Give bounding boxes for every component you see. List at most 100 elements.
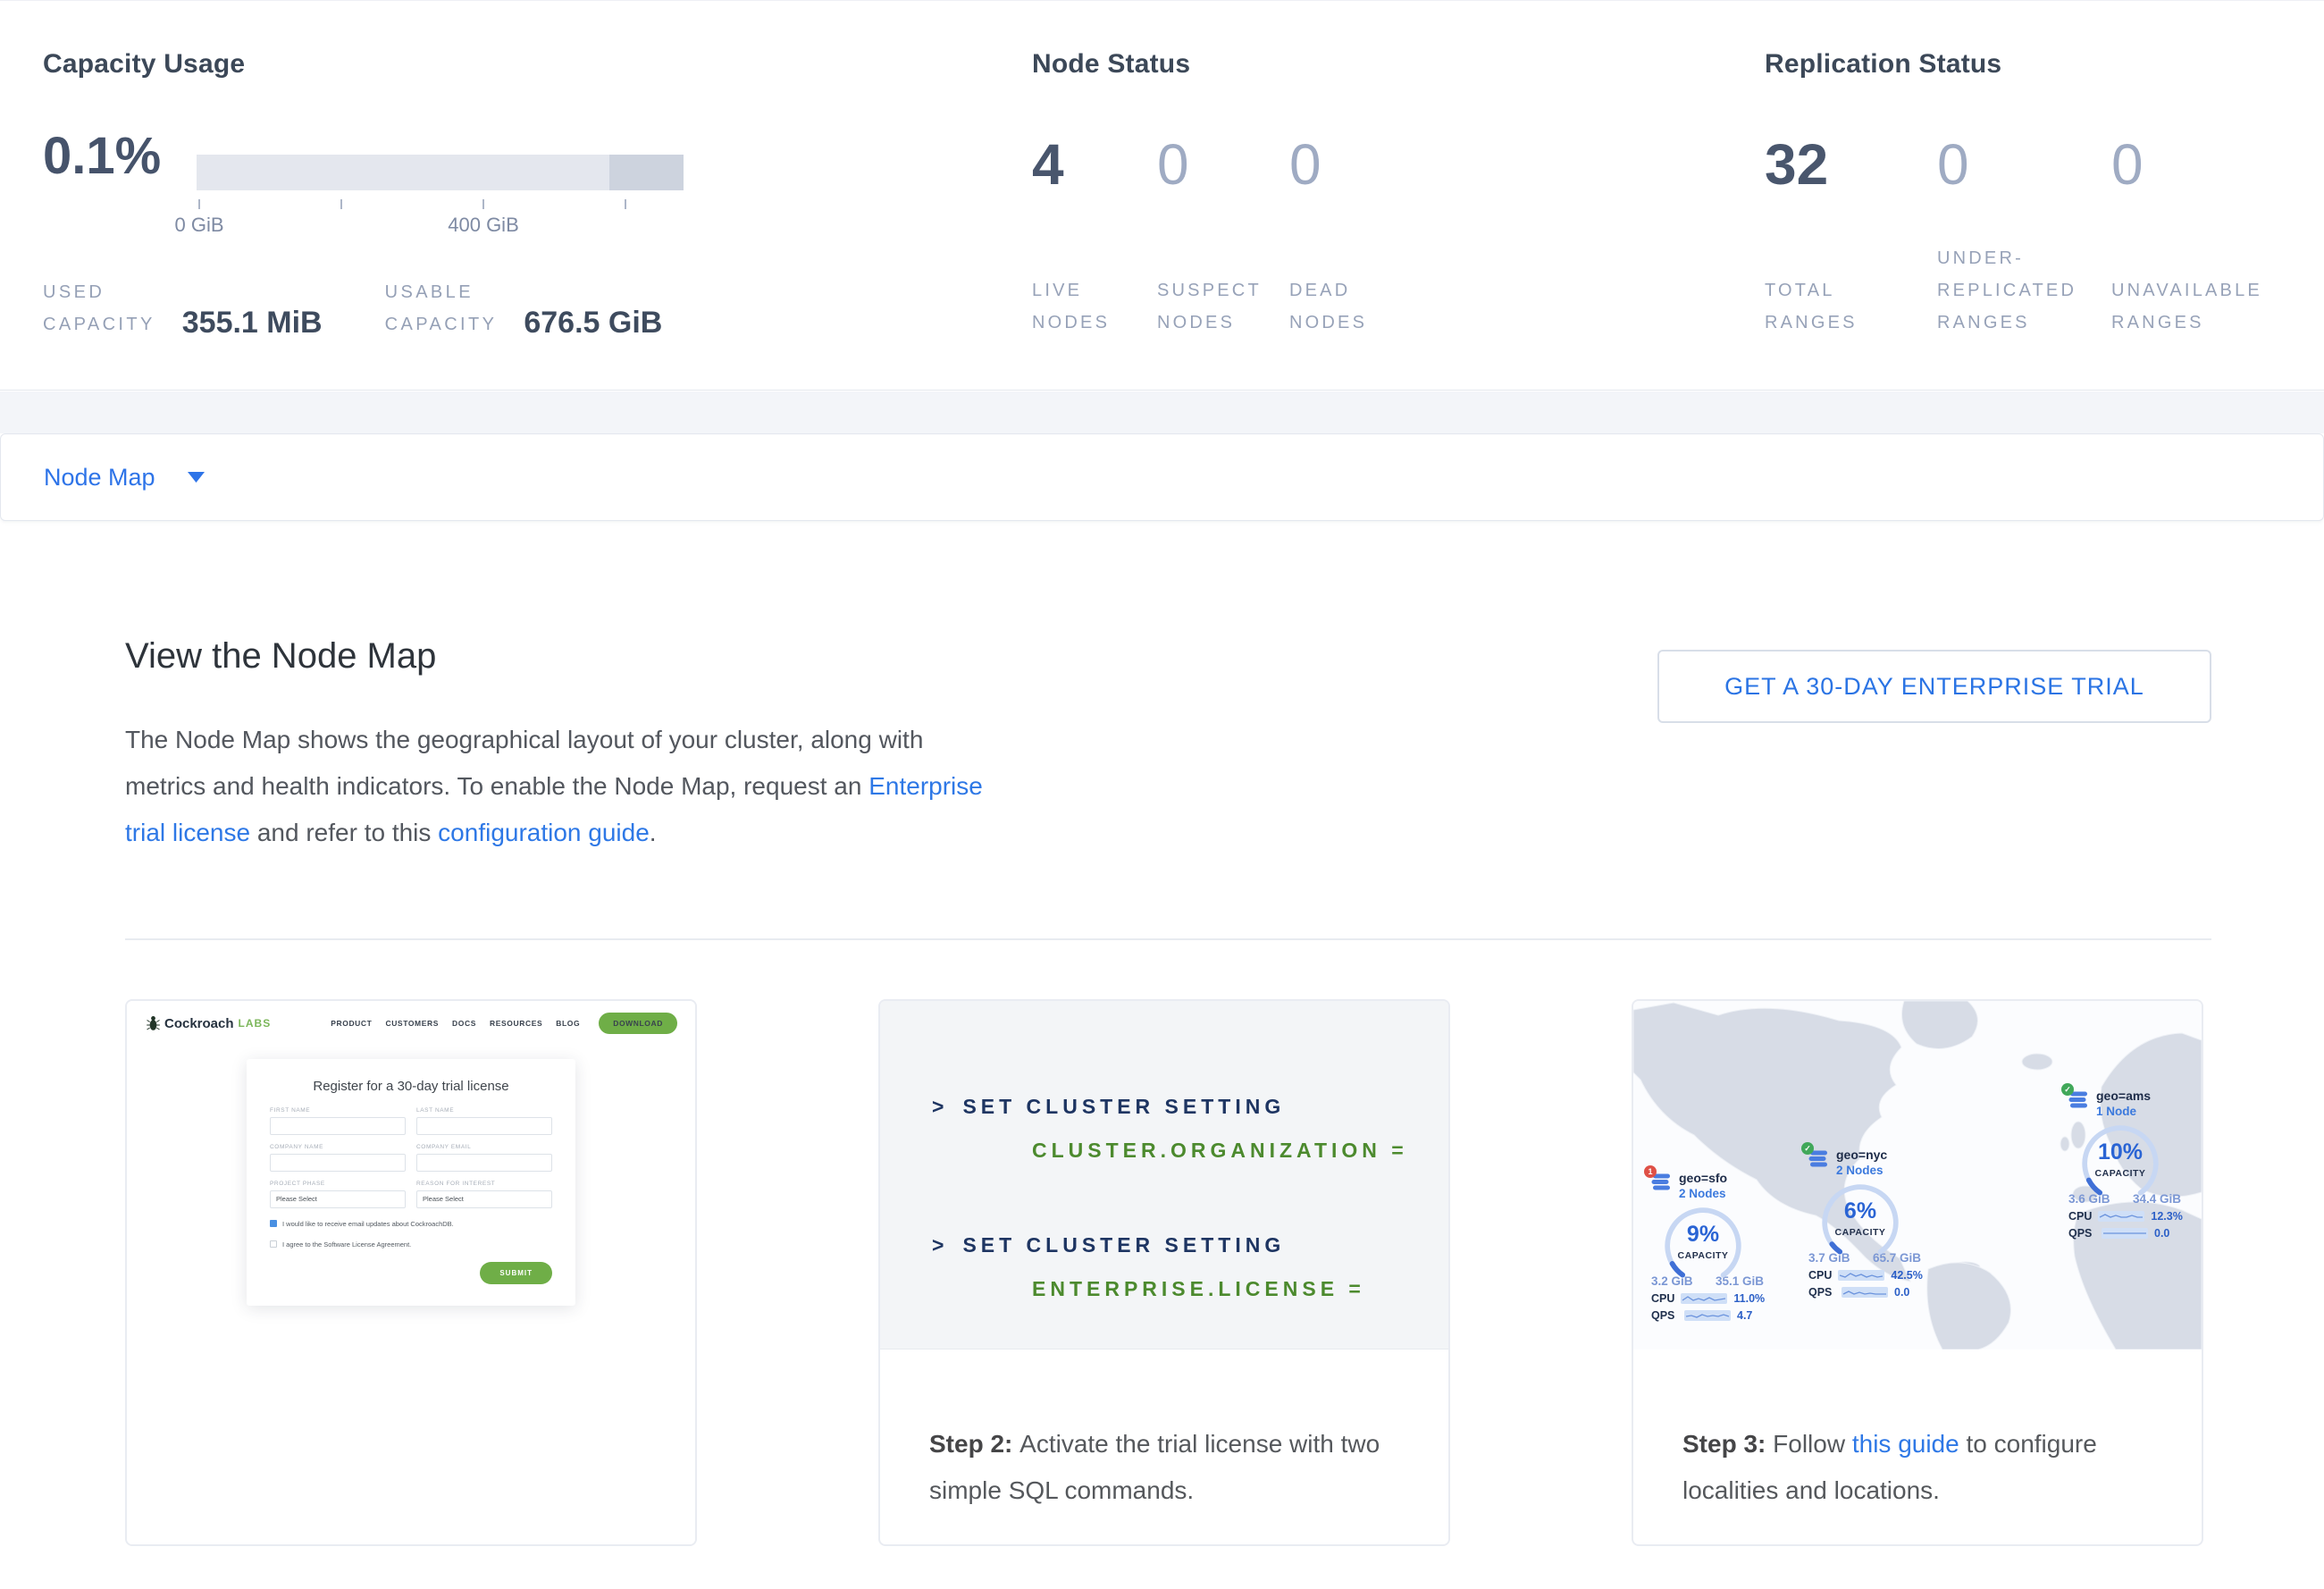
qps-sparkline-icon <box>1842 1287 1888 1298</box>
axis-tick <box>482 199 484 209</box>
node-status-title: Node Status <box>1032 49 1190 80</box>
locality-widget-ams: ✓ geo=ams 1 Node 10% <box>2068 1089 2181 1240</box>
cockroach-labs-logo: Cockroach LABS <box>147 1015 271 1031</box>
capacity-label: CAPACITY <box>2079 1168 2161 1179</box>
replication-status-columns: 32 TOTAL RANGES 0 UNDER- REPLICATED RANG… <box>1765 126 2262 339</box>
license-agreement-link: Software License Agreement. <box>323 1240 411 1248</box>
agree-checkbox-label: I agree to the <box>282 1240 323 1248</box>
field-label: REASON FOR INTEREST <box>416 1181 552 1187</box>
stat-label-line: LIVE <box>1032 274 1157 307</box>
field-label: LAST NAME <box>416 1107 552 1114</box>
axis-tick <box>340 199 342 209</box>
metric-label-line: CAPACITY <box>385 308 498 340</box>
nav-item: DOCS <box>452 1019 476 1028</box>
locality-node-count: 2 Nodes <box>1679 1186 1727 1201</box>
cpu-value: 11.0% <box>1733 1292 1765 1305</box>
usable-capacity-metric: USABLE CAPACITY 676.5 GiB <box>385 276 663 340</box>
suspect-nodes-stat: 0 SUSPECT NODES <box>1157 126 1289 339</box>
step-label: Step 2: <box>929 1430 1019 1458</box>
cpu-sparkline-icon <box>1838 1270 1884 1281</box>
under-replicated-ranges-stat: 0 UNDER- REPLICATED RANGES <box>1937 126 2111 339</box>
field-label: PROJECT PHASE <box>270 1181 406 1187</box>
stat-label-line: SUSPECT <box>1157 274 1289 307</box>
axis-tick-label: 400 GiB <box>448 214 519 237</box>
chevron-down-icon[interactable] <box>188 472 205 483</box>
get-enterprise-trial-button[interactable]: GET A 30-DAY ENTERPRISE TRIAL <box>1657 650 2211 723</box>
logo-text: Cockroach <box>164 1016 234 1031</box>
stat-label-line: NODES <box>1157 307 1289 339</box>
capacity-usage-bar: 0 GiB 400 GiB <box>197 155 684 190</box>
stat-label-line: TOTAL <box>1765 274 1937 307</box>
locality-name: geo=nyc <box>1836 1148 1887 1163</box>
field-label: COMPANY NAME <box>270 1144 406 1150</box>
sql-prompt: > <box>932 1233 948 1257</box>
replication-status-title: Replication Status <box>1765 49 2001 80</box>
step2-card: >SET CLUSTER SETTING CLUSTER.ORGANIZATIO… <box>878 999 1450 1546</box>
cpu-sparkline-icon <box>1681 1293 1727 1304</box>
configuration-guide-link[interactable]: configuration guide <box>438 819 650 846</box>
step1-caption: Step 1: Get a trial license delivered st… <box>127 1544 695 1546</box>
reason-select: Please Select <box>416 1190 552 1208</box>
locality-widget-sfo: 1 geo=sfo 2 Nodes 9% <box>1651 1171 1764 1322</box>
this-guide-link[interactable]: this guide <box>1852 1430 1959 1458</box>
cluster-summary-panel: Capacity Usage Node Status Replication S… <box>0 0 2324 391</box>
checkbox-empty-icon <box>270 1240 277 1248</box>
capacity-usage-title: Capacity Usage <box>43 49 245 80</box>
cpu-value: 12.3% <box>2151 1210 2182 1223</box>
nodemap-description: The Node Map shows the geographical layo… <box>125 717 987 856</box>
stat-label-line: RANGES <box>1765 307 1937 339</box>
locality-name: geo=ams <box>2096 1089 2151 1104</box>
trial-steps-cards: Cockroach LABS PRODUCT CUSTOMERS DOCS RE… <box>125 999 2203 1546</box>
sql-prompt: > <box>932 1095 948 1118</box>
cpu-label: CPU <box>1651 1292 1674 1305</box>
cpu-label: CPU <box>1808 1269 1832 1282</box>
caption-text: Follow <box>1773 1430 1852 1458</box>
project-phase-select: Please Select <box>270 1190 406 1208</box>
description-text: . <box>650 819 657 846</box>
metric-label-line: USABLE <box>385 276 498 308</box>
step3-card: 1 geo=sfo 2 Nodes 9% <box>1632 999 2203 1546</box>
metric-label-line: CAPACITY <box>43 308 155 340</box>
nav-item: PRODUCT <box>331 1019 372 1028</box>
capacity-gauge: 10% CAPACITY <box>2079 1122 2161 1205</box>
node-map-dropdown[interactable]: Node Map <box>44 464 155 492</box>
company-email-field <box>416 1154 552 1172</box>
qps-label: QPS <box>2068 1227 2095 1240</box>
submit-pill: SUBMIT <box>480 1262 552 1284</box>
mini-site-nav: PRODUCT CUSTOMERS DOCS RESOURCES BLOG DO… <box>331 1013 677 1034</box>
check-badge-icon: ✓ <box>2061 1083 2074 1096</box>
stat-label-line: UNAVAILABLE <box>2111 274 2262 307</box>
stat-label-line: REPLICATED <box>1937 274 2111 307</box>
description-text: and refer to this <box>250 819 438 846</box>
first-name-field <box>270 1117 406 1135</box>
alert-badge-icon: 1 <box>1644 1165 1657 1178</box>
sql-setting-name: ENTERPRISE.LICENSE = <box>1032 1275 1448 1302</box>
capacity-percent: 10% <box>2079 1139 2161 1165</box>
locality-node-count: 1 Node <box>2096 1104 2151 1119</box>
check-badge-icon: ✓ <box>1801 1142 1814 1155</box>
axis-tick <box>198 199 200 209</box>
locality-name: geo=sfo <box>1679 1171 1727 1186</box>
qps-sparkline-icon <box>1684 1310 1731 1321</box>
stat-label-line: UNDER- <box>1937 242 2111 274</box>
node-status-columns: 4 LIVE NODES 0 SUSPECT NODES 0 DEAD NODE… <box>1032 126 1367 339</box>
live-nodes-stat: 4 LIVE NODES <box>1032 126 1157 339</box>
sql-setting-name: CLUSTER.ORGANIZATION = <box>1032 1137 1448 1164</box>
unavailable-ranges-value: 0 <box>2111 126 2262 203</box>
step2-caption: Step 2: Activate the trial license with … <box>880 1349 1448 1514</box>
capacity-percent: 9% <box>1662 1222 1744 1248</box>
email-updates-checkbox-label: I would like to receive email updates ab… <box>282 1219 454 1229</box>
cpu-label: CPU <box>2068 1210 2092 1223</box>
section-divider <box>125 938 2211 940</box>
form-title: Register for a 30-day trial license <box>270 1079 552 1094</box>
nav-item: RESOURCES <box>490 1019 542 1028</box>
field-label: COMPANY EMAIL <box>416 1144 552 1150</box>
node-map-preview: 1 geo=sfo 2 Nodes 9% <box>1633 1001 2202 1349</box>
capacity-metrics: USED CAPACITY 355.1 MiB USABLE CAPACITY … <box>43 276 662 340</box>
capacity-usage-percent: 0.1% <box>43 126 161 186</box>
checkbox-checked-icon <box>270 1220 277 1227</box>
qps-sparkline-icon <box>2102 1228 2148 1239</box>
locality-widget-nyc: ✓ geo=nyc 2 Nodes 6% <box>1808 1148 1921 1299</box>
view-selector-bar[interactable]: Node Map <box>0 433 2324 521</box>
page-title: View the Node Map <box>125 636 436 677</box>
